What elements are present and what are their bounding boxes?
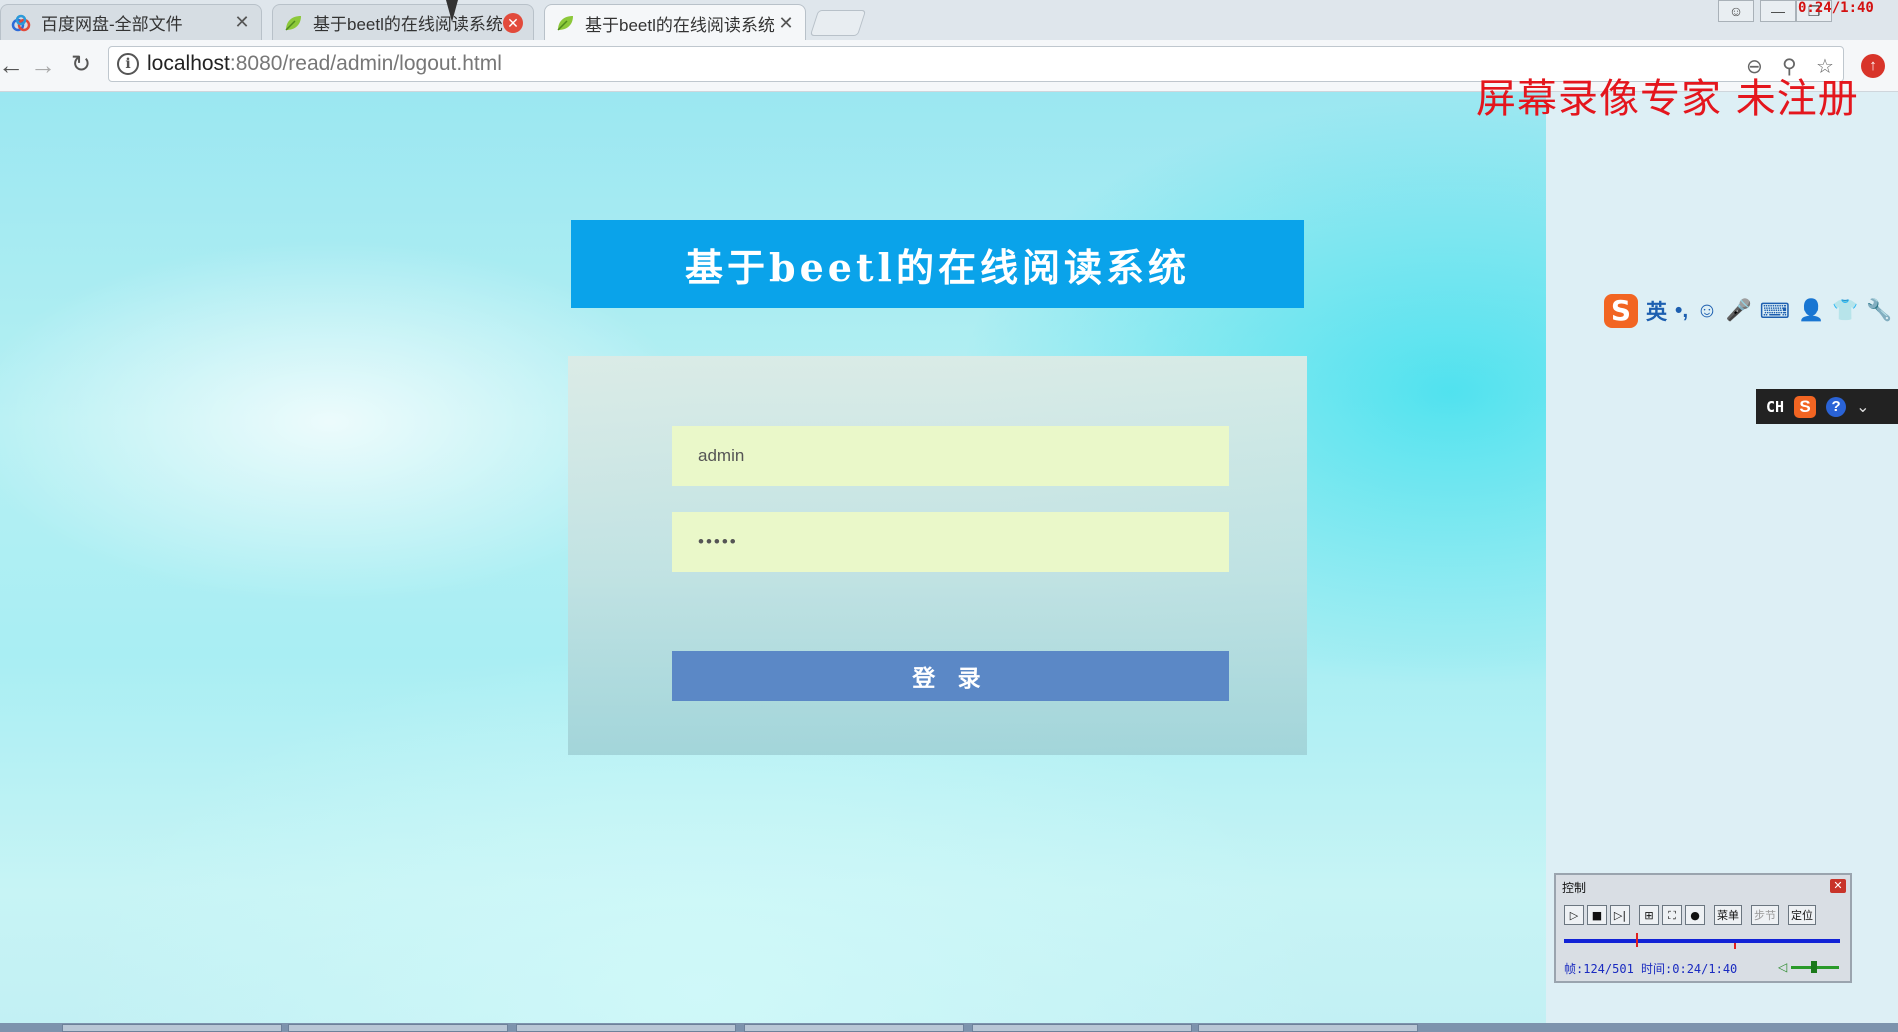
- new-tab-button[interactable]: [809, 10, 867, 36]
- tab-reading-system-active[interactable]: 基于beetl的在线阅读系统 ✕: [544, 4, 806, 41]
- close-tab-icon[interactable]: ✕: [777, 13, 795, 34]
- volume-knob[interactable]: [1811, 961, 1817, 973]
- app-title: 基于beetl的在线阅读系统: [685, 244, 1190, 290]
- login-form: admin ••••• 登 录: [568, 356, 1307, 755]
- recorder-control-panel: 控制 ✕ ▷ ■ ▷| ⊞ ⛶ ● 菜单 步节 定位 帧:124/501 时间:…: [1554, 873, 1852, 983]
- ime-language-label[interactable]: CH: [1766, 398, 1784, 416]
- password-input[interactable]: •••••: [672, 512, 1229, 572]
- login-button[interactable]: 登 录: [672, 651, 1229, 701]
- ime-mini-bar: CH S ? ⌄: [1756, 389, 1898, 424]
- user-profile-icon[interactable]: ☺: [1718, 0, 1754, 22]
- menu-button[interactable]: 菜单: [1714, 905, 1742, 925]
- fullscreen-icon[interactable]: ⛶: [1662, 905, 1682, 925]
- url-host: localhost: [147, 52, 230, 75]
- microphone-icon[interactable]: 🎤: [1726, 299, 1752, 323]
- play-icon[interactable]: ▷: [1564, 905, 1584, 925]
- reload-icon[interactable]: ↻: [64, 48, 98, 82]
- app-title-banner: 基于beetl的在线阅读系统: [571, 220, 1304, 308]
- sogou-logo-icon[interactable]: S: [1604, 294, 1638, 328]
- step-button[interactable]: 步节: [1751, 905, 1779, 925]
- taskbar-item[interactable]: [744, 1024, 964, 1032]
- tab-label: 基于beetl的在线阅读系统: [313, 15, 503, 34]
- stop-icon[interactable]: ■: [1587, 905, 1607, 925]
- username-input[interactable]: admin: [672, 426, 1229, 486]
- recording-timer: 0:24/1:40: [1798, 0, 1874, 16]
- locate-button[interactable]: 定位: [1788, 905, 1816, 925]
- help-icon[interactable]: ?: [1826, 396, 1847, 417]
- panel-title: 控制: [1562, 881, 1587, 895]
- globe-icon[interactable]: ●: [1685, 905, 1705, 925]
- skin-shirt-icon[interactable]: 👕: [1832, 299, 1858, 323]
- playback-position-thumb[interactable]: [1636, 933, 1638, 947]
- baidu-cloud-icon: [11, 14, 31, 31]
- tab-label: 基于beetl的在线阅读系统: [585, 15, 775, 35]
- chevron-down-icon[interactable]: ⌄: [1856, 397, 1869, 417]
- playback-status: 帧:124/501 时间:0:24/1:40: [1564, 962, 1738, 976]
- ime-punctuation-toggle[interactable]: •,: [1675, 299, 1688, 323]
- ime-mode-toggle[interactable]: 英: [1646, 296, 1667, 326]
- close-tab-icon[interactable]: ✕: [233, 12, 251, 33]
- browser-tab-strip: 百度网盘-全部文件 ✕ 基于beetl的在线阅读系统 ✕ 基于beetl的在线阅…: [0, 0, 1898, 41]
- sogou-logo-icon[interactable]: S: [1794, 395, 1817, 418]
- minimize-icon[interactable]: —: [1760, 0, 1796, 22]
- login-page-background: 基于beetl的在线阅读系统 admin ••••• 登 录: [0, 92, 1546, 1032]
- next-icon[interactable]: ▷|: [1610, 905, 1630, 925]
- playback-progress-track[interactable]: [1564, 933, 1840, 949]
- leaf-favicon-icon: [285, 15, 301, 31]
- extension-red-icon[interactable]: ↑: [1861, 54, 1885, 78]
- tab-label: 百度网盘-全部文件: [41, 15, 183, 34]
- playback-marker: [1734, 943, 1736, 949]
- taskbar-item[interactable]: [972, 1024, 1192, 1032]
- speaker-icon[interactable]: ◁: [1778, 960, 1787, 974]
- ime-toolbar: S 英 •, ☺ 🎤 ⌨ 👤 👕 🔧: [1604, 294, 1893, 328]
- url-path: :8080/read/admin/logout.html: [229, 52, 502, 75]
- keyboard-icon[interactable]: ⌨: [1760, 299, 1790, 324]
- mouse-cursor-icon: [446, 0, 458, 22]
- close-tab-icon[interactable]: ✕: [503, 12, 523, 33]
- close-icon[interactable]: ✕: [1830, 879, 1846, 893]
- taskbar-item[interactable]: [288, 1024, 508, 1032]
- taskbar-item[interactable]: [1198, 1024, 1418, 1032]
- fit-window-icon[interactable]: ⊞: [1639, 905, 1659, 925]
- user-icon[interactable]: 👤: [1798, 299, 1824, 323]
- info-icon[interactable]: i: [117, 53, 139, 75]
- recorder-watermark: 屏幕录像专家 未注册: [1476, 76, 1859, 122]
- taskbar-item[interactable]: [516, 1024, 736, 1032]
- tab-baidu-cloud[interactable]: 百度网盘-全部文件 ✕: [0, 4, 262, 40]
- taskbar-item[interactable]: [62, 1024, 282, 1032]
- tab-reading-system[interactable]: 基于beetl的在线阅读系统 ✕: [272, 4, 534, 40]
- emoji-icon[interactable]: ☺: [1696, 299, 1717, 323]
- leaf-favicon-icon: [557, 16, 573, 31]
- forward-arrow-icon[interactable]: →: [26, 48, 60, 82]
- back-arrow-icon[interactable]: ←: [0, 48, 28, 82]
- wrench-settings-icon[interactable]: 🔧: [1866, 299, 1892, 323]
